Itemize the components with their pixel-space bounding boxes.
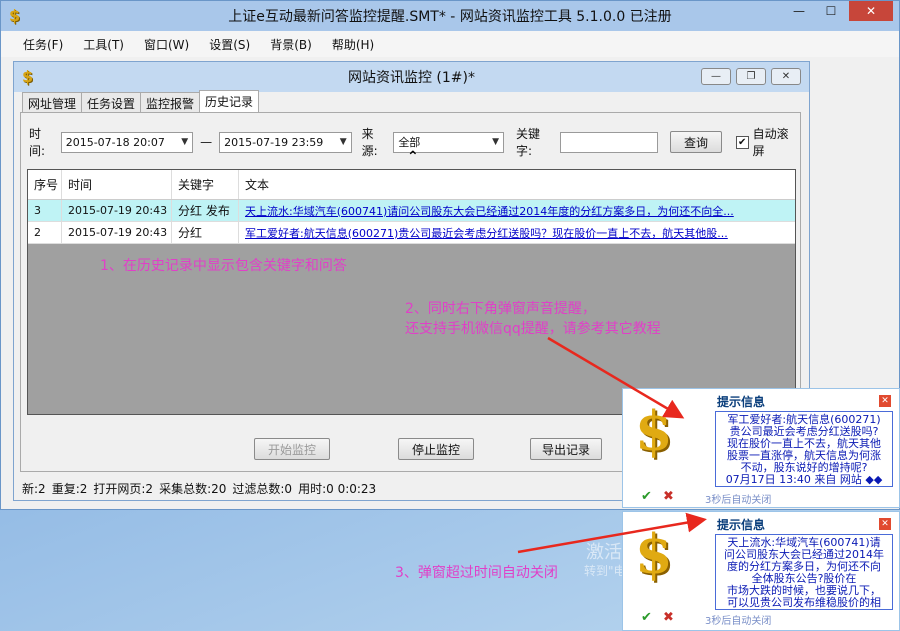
- arrow-to-popup-1: [547, 336, 685, 419]
- annotation-arrows: [517, 336, 707, 554]
- arrow-to-popup-2: [517, 512, 707, 554]
